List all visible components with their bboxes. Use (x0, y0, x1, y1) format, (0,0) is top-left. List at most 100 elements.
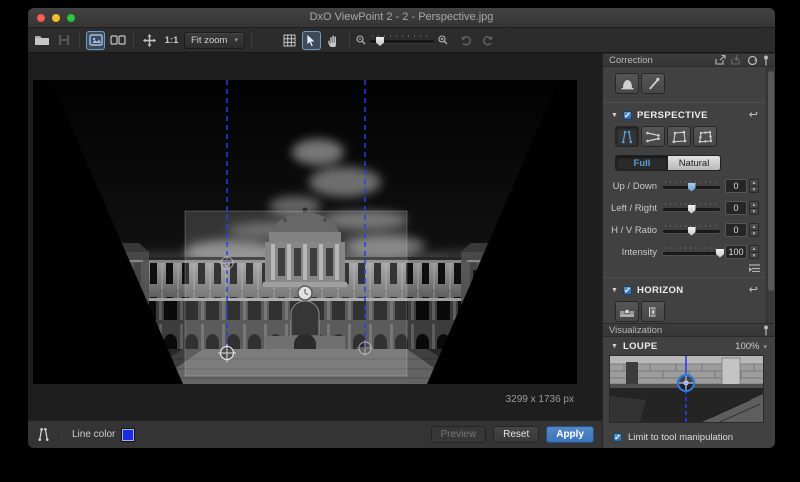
toolbar-separator (133, 32, 134, 48)
apply-button[interactable]: Apply (546, 426, 594, 443)
horizon-enable-checkbox[interactable]: ✓ (623, 286, 632, 295)
volume-deformation-tool-button[interactable] (615, 73, 639, 94)
correction-tools-row (603, 67, 766, 100)
disclosure-triangle-icon[interactable]: ▼ (611, 287, 618, 294)
leftright-slider-handle[interactable] (688, 205, 696, 214)
redo-button[interactable] (479, 31, 498, 50)
move-tool-button[interactable] (140, 31, 159, 50)
correction-scroll-area: ▼ ✓ PERSPECTIVE ↩ (603, 67, 775, 323)
select-tool-button[interactable] (302, 31, 321, 50)
leftright-slider[interactable] (663, 203, 720, 214)
move-icon (143, 34, 156, 47)
zoom-mode-dropdown[interactable]: Fit zoom ▾ (184, 32, 245, 49)
miniature-tool-button[interactable] (641, 73, 665, 94)
mode-full-button[interactable]: Full (616, 156, 668, 170)
correction-panel-header: Correction (603, 53, 775, 67)
minimize-button[interactable] (52, 14, 60, 22)
single-image-view-icon (89, 34, 103, 46)
chevron-down-icon: ▾ (234, 36, 238, 44)
section-divider (603, 102, 766, 103)
single-view-button[interactable] (86, 31, 105, 50)
stepper-up-icon[interactable]: ▲ (749, 245, 759, 252)
export-preset-icon[interactable] (715, 55, 726, 65)
zoom-slider-ticks (372, 35, 432, 37)
chevron-down-icon: ▾ (763, 343, 767, 351)
updown-slider-handle[interactable] (688, 183, 696, 192)
pin-icon[interactable] (763, 325, 769, 336)
rectangle-8point-tool-button[interactable] (693, 126, 717, 147)
save-button[interactable] (54, 31, 73, 50)
rectangle-4point-tool-button[interactable] (667, 126, 691, 147)
line-color-swatch[interactable] (122, 429, 134, 441)
crop-highlight-overlay[interactable] (185, 211, 407, 376)
horizon-tools-row (603, 299, 766, 323)
intensity-label: Intensity (605, 247, 663, 258)
main-toolbar: 1:1 Fit zoom ▾ (28, 28, 775, 53)
vertical-level-tool-button[interactable] (641, 301, 665, 322)
intensity-slider[interactable] (663, 247, 720, 258)
zoom-out-icon[interactable] (356, 35, 366, 45)
stepper-up-icon[interactable]: ▲ (749, 179, 759, 186)
save-icon (58, 34, 70, 46)
stepper-down-icon[interactable]: ▼ (749, 252, 759, 260)
horizontal-level-tool-button[interactable] (615, 301, 639, 322)
perspective-enable-checkbox[interactable]: ✓ (623, 111, 632, 120)
zoom-1to1-button[interactable]: 1:1 (162, 31, 181, 50)
stepper-down-icon[interactable]: ▼ (749, 230, 759, 238)
reset-button[interactable]: Reset (493, 426, 539, 443)
reset-all-icon[interactable] (747, 55, 758, 66)
open-file-button[interactable] (32, 31, 51, 50)
limit-checkbox[interactable]: ✓ (613, 433, 622, 442)
zoom-slider-handle[interactable] (376, 37, 384, 46)
force-horizontal-tool-button[interactable] (641, 126, 665, 147)
scrollbar-thumb[interactable] (768, 71, 774, 291)
horizon-reset-icon[interactable]: ↩ (749, 286, 758, 295)
limit-checkbox-row: ✓ Limit to tool manipulation (603, 422, 775, 443)
import-preset-icon[interactable] (731, 55, 742, 65)
disclosure-triangle-icon[interactable]: ▼ (611, 343, 618, 350)
grid-overlay-button[interactable] (280, 31, 299, 50)
zoom-window-button[interactable] (67, 14, 75, 22)
updown-stepper[interactable]: ▲ ▼ (749, 179, 759, 193)
stepper-up-icon[interactable]: ▲ (749, 223, 759, 230)
horizontal-parallels-icon (645, 130, 661, 144)
disclosure-triangle-icon[interactable]: ▼ (611, 112, 618, 119)
undo-button[interactable] (457, 31, 476, 50)
image-canvas[interactable]: 3299 x 1736 px Line color Preview Reset … (28, 53, 602, 448)
stepper-down-icon[interactable]: ▼ (749, 208, 759, 216)
photo-louvre-preview (33, 80, 577, 384)
updown-slider[interactable] (663, 181, 720, 192)
leftright-value[interactable]: 0 (725, 201, 747, 215)
leftright-stepper[interactable]: ▲ ▼ (749, 201, 759, 215)
force-vertical-tool-button[interactable] (615, 126, 639, 147)
compare-view-button[interactable] (108, 31, 127, 50)
perspective-title: PERSPECTIVE (637, 110, 708, 121)
hvratio-slider[interactable] (663, 225, 720, 236)
intensity-slider-handle[interactable] (716, 249, 724, 258)
stepper-up-icon[interactable]: ▲ (749, 201, 759, 208)
updown-label: Up / Down (605, 181, 663, 192)
sidebar-scrollbar[interactable] (766, 67, 775, 323)
hvratio-value[interactable]: 0 (725, 223, 747, 237)
pan-tool-button[interactable] (324, 31, 343, 50)
loupe-preview-image (610, 356, 763, 422)
zoom-in-icon[interactable] (438, 35, 448, 45)
pin-icon[interactable] (763, 55, 769, 66)
hvratio-slider-handle[interactable] (688, 227, 696, 236)
loupe-zoom-dropdown[interactable]: 100% ▾ (735, 341, 767, 352)
mode-natural-button[interactable]: Natural (668, 156, 720, 170)
close-button[interactable] (37, 14, 45, 22)
grid-icon (283, 34, 296, 47)
bust-icon (620, 77, 635, 90)
perspective-reset-icon[interactable]: ↩ (749, 111, 758, 120)
updown-value[interactable]: 0 (725, 179, 747, 193)
perspective-tools-row (603, 124, 766, 153)
zoom-slider[interactable] (370, 35, 434, 45)
intensity-stepper[interactable]: ▲ ▼ (749, 245, 759, 259)
stepper-down-icon[interactable]: ▼ (749, 186, 759, 194)
redo-icon (482, 35, 494, 46)
hvratio-stepper[interactable]: ▲ ▼ (749, 223, 759, 237)
preview-button[interactable]: Preview (431, 426, 487, 443)
collapse-panel-icon[interactable] (749, 264, 760, 272)
intensity-value[interactable]: 100 (725, 245, 747, 259)
